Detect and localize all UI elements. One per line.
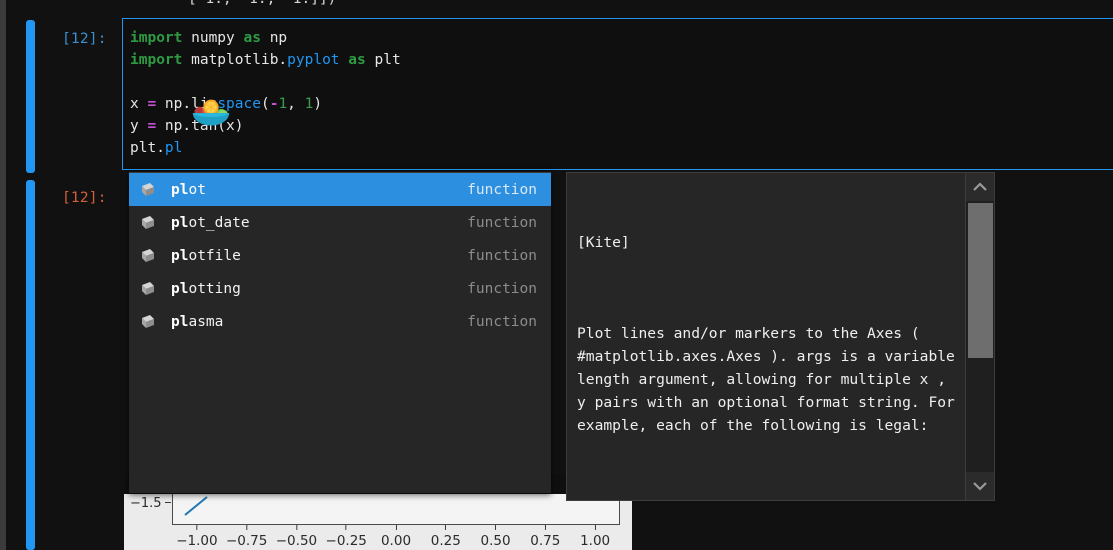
code-token: ) [313,96,323,112]
kite-completion-icon [138,213,158,233]
x-tick-label: 0.75 [530,533,561,549]
x-tick-mark [345,525,347,530]
x-tick-label: 1.00 [580,533,611,549]
code-token: space [217,96,261,112]
scrollbar-thumb[interactable] [968,203,993,358]
x-tick-label: −0.25 [325,533,367,549]
code-token: pl [164,140,183,156]
x-tick: 0.25 [431,525,461,549]
code-token: plt. [130,140,165,156]
output-cell-selection-bar[interactable] [26,180,35,550]
x-tick: −0.75 [226,525,267,549]
code-token: matplotlib. [182,52,288,68]
matplotlib-figure: −1.5 −1.00 −0.75 −0.50 −0.25 0.00 0.25 0.50 0.7… [124,494,632,550]
documentation-paragraph: Plot lines and/or markers to the Axes ( … [577,325,964,434]
autocomplete-item[interactable]: plot_date function [129,206,551,239]
x-tick: −0.25 [326,525,367,549]
window-left-edge [0,0,6,550]
autocomplete-popup[interactable]: plot function plot_date function plotfile fun… [129,172,551,493]
x-tick: 0.75 [530,525,560,549]
chevron-up-icon[interactable] [966,173,994,201]
code-token: as [348,52,366,68]
documentation-spacer [577,483,959,500]
x-tick-label: −0.50 [275,533,318,549]
autocomplete-item-label: plotfile [171,247,241,264]
code-token: np.tan(x) [156,118,244,134]
code-token: , [287,96,305,112]
autocomplete-item-type: function [467,214,537,231]
autocomplete-item[interactable]: plotting function [129,272,551,305]
autocomplete-item[interactable]: plasma function [129,305,551,338]
kite-completion-icon [138,279,158,299]
code-text[interactable]: import numpy as np import matplotlib.pyp… [123,19,1113,159]
autocomplete-item-label: plotting [171,280,241,297]
previous-output-fragment: [ 1., 1., 1.]]) [188,0,336,7]
kite-completion-icon [138,312,158,332]
autocomplete-item-label: plot_date [171,214,250,231]
x-tick-mark [395,525,397,530]
code-token: y [130,118,148,134]
notebook-root: [ 1., 1., 1.]]) [12]: [12]: import numpy… [0,0,1113,550]
x-tick-mark [544,525,546,530]
x-tick-mark [495,525,497,530]
code-token: import [130,52,183,68]
code-token: = [147,96,157,112]
code-token: numpy [182,30,244,46]
documentation-title: [Kite] [577,234,630,251]
documentation-text: [Kite] Plot lines and/or markers to the … [567,173,967,500]
x-tick-mark [295,525,297,530]
autocomplete-item-label: plot [171,181,206,198]
autocomplete-item-type: function [467,247,537,264]
kite-completion-icon [138,180,158,200]
x-tick-mark [196,525,198,530]
code-token: pyplot [287,52,340,68]
autocomplete-item-type: function [467,181,537,198]
x-tick-label: −0.75 [225,533,268,549]
input-cell-selection-bar[interactable] [26,20,35,173]
documentation-panel[interactable]: [Kite] Plot lines and/or markers to the … [566,172,995,501]
chevron-down-icon[interactable] [966,472,994,500]
code-token: ( [260,96,270,112]
x-tick-label: 0.25 [430,533,461,549]
code-token: as [243,30,261,46]
autocomplete-item-label: plasma [171,313,224,330]
y-tick-label: −1.5 [130,496,162,511]
code-token: np [260,30,288,46]
x-tick: 0.50 [481,525,511,549]
x-tick: 1.00 [580,525,610,549]
x-tick: −0.50 [276,525,317,549]
code-token: np.lin [156,96,218,112]
x-tick: 0.00 [381,525,411,549]
x-axis-ticks: −1.00 −0.75 −0.50 −0.25 0.00 0.25 0.50 0.75 1.00 [172,525,620,550]
code-token: 1 [278,96,288,112]
output-prompt-label: [12]: [62,190,107,206]
code-token: import [130,30,183,46]
x-tick-mark [594,525,596,530]
chevron-down-glyph [973,482,987,491]
x-tick-label: 0.00 [380,533,412,549]
code-token: x [130,96,148,112]
autocomplete-item[interactable]: plot function [129,173,551,206]
autocomplete-item[interactable]: plotfile function [129,239,551,272]
plot-line [184,496,208,516]
y-tick-mark [165,502,171,503]
input-prompt-label: [12]: [62,31,107,47]
autocomplete-item-type: function [467,280,537,297]
autocomplete-item-type: function [467,313,537,330]
code-token: plt [365,52,401,68]
code-editor[interactable]: import numpy as np import matplotlib.pyp… [122,18,1113,170]
x-tick-mark [246,525,248,530]
figure-axes [172,494,620,525]
chevron-up-glyph [973,182,987,191]
x-tick: −1.00 [176,525,218,549]
x-tick-label: −1.00 [176,533,218,549]
code-token: = [147,118,157,134]
x-tick-mark [445,525,447,530]
kite-completion-icon [138,246,158,266]
documentation-scrollbar[interactable] [965,173,994,500]
x-tick-label: 0.50 [480,533,511,549]
